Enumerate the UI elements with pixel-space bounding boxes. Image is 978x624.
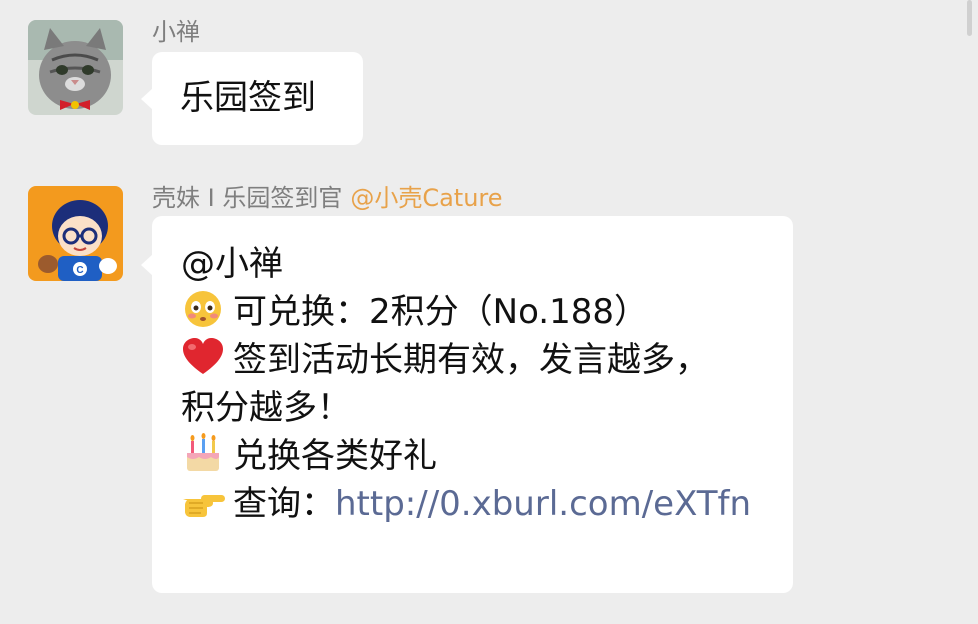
scrollbar[interactable] [967, 0, 972, 36]
avatar-cat[interactable] [28, 20, 123, 115]
query-line: 查询：http://0.xburl.com/eXTfn [181, 480, 781, 528]
sender-tag[interactable]: @小壳Cature [350, 184, 502, 212]
message-bubble[interactable]: @小禅 可兑换：2积分（No.188） 签到活动长期有效，发言越多， 积分越多！… [141, 216, 793, 593]
cat-avatar-image [28, 20, 123, 115]
chat-window: 小禅 乐园签到 C 壳妹 I 乐园签到官 @小壳Cature @小禅 可兑换：2… [0, 0, 978, 624]
mention-line[interactable]: @小禅 [181, 240, 781, 288]
message-text: 乐园签到 [180, 78, 316, 118]
query-label: 查询： [233, 484, 335, 524]
pointing-right-emoji-icon [183, 495, 225, 517]
tip-line-2: 积分越多！ [181, 388, 351, 428]
points-text: 可兑换：2积分（No.188） [233, 292, 648, 332]
gifts-line: 兑换各类好礼 [181, 432, 781, 480]
red-heart-emoji-icon [183, 338, 223, 374]
tip-text: 签到活动长期有效，发言越多， [233, 340, 709, 380]
tip-line-1: 签到活动长期有效，发言越多， [181, 336, 781, 384]
avatar-bot[interactable]: C [28, 186, 123, 281]
birthday-cake-emoji-icon [187, 433, 219, 471]
query-link[interactable]: http://0.xburl.com/eXTfn [335, 484, 751, 524]
gifts-text: 兑换各类好礼 [233, 436, 437, 476]
sender-name: 壳妹 I 乐园签到官 [152, 184, 343, 212]
svg-text:C: C [76, 265, 83, 276]
sender-name: 小禅 [152, 18, 200, 46]
points-line: 可兑换：2积分（No.188） [181, 288, 781, 336]
message-bubble[interactable]: 乐园签到 [141, 52, 363, 145]
bot-avatar-image: C [28, 186, 123, 281]
flushed-face-emoji-icon [185, 291, 221, 327]
sender-line: 壳妹 I 乐园签到官 @小壳Cature [152, 178, 503, 213]
